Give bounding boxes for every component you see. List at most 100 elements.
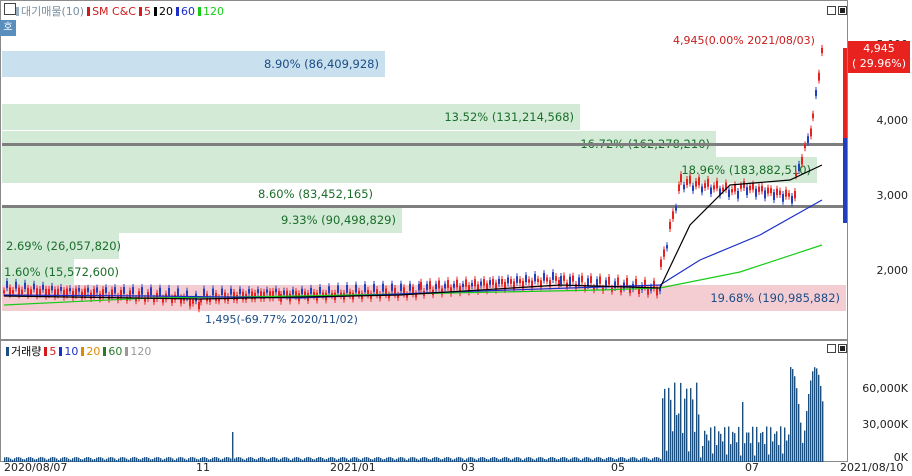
candle [683, 184, 685, 190]
candle [57, 288, 59, 296]
volume-bar [172, 458, 174, 462]
candle [795, 173, 797, 177]
candle [429, 281, 431, 290]
candle [663, 249, 665, 257]
candle [483, 279, 485, 286]
candle [779, 190, 781, 195]
volume-bar [790, 367, 792, 462]
candle [492, 279, 494, 285]
volume-bar [82, 459, 84, 462]
candle [456, 279, 458, 288]
volume-bar [346, 458, 348, 462]
volume-bar [774, 433, 776, 462]
volume-bar [84, 457, 86, 462]
candle [743, 181, 745, 188]
volume-bar [38, 457, 40, 462]
volume-bar [284, 457, 286, 462]
volume-bar [648, 458, 650, 462]
candle [812, 113, 814, 119]
candle [141, 287, 143, 295]
candle [129, 290, 131, 299]
volume-bar [528, 457, 530, 462]
volume-bar [148, 457, 150, 462]
volume-bar [280, 458, 282, 462]
volume-bar [480, 457, 482, 462]
volume-bar [100, 457, 102, 462]
volume-bar [392, 458, 394, 462]
volume-bar [232, 432, 234, 462]
volume-bar [548, 457, 550, 462]
volume-bar [326, 459, 328, 462]
candle [212, 288, 214, 296]
candle [346, 285, 348, 293]
candle [438, 280, 440, 289]
volume-bar [684, 398, 686, 462]
candle [675, 206, 677, 211]
volume-bar [556, 459, 558, 462]
volume-bar [310, 457, 312, 462]
volume-bar [476, 459, 478, 462]
candle [773, 192, 775, 201]
candle [785, 189, 787, 197]
volume-bar [718, 431, 720, 462]
volume-bar [526, 457, 528, 462]
volume-bar [766, 426, 768, 462]
volume-bar [210, 459, 212, 462]
volume-bar [242, 458, 244, 462]
volume-bar [264, 457, 266, 462]
volume-bar [4, 457, 6, 462]
volume-bar [176, 458, 178, 462]
volume-bar [748, 432, 750, 462]
volume-bar [124, 457, 126, 462]
candle [722, 187, 724, 191]
volume-bar [162, 459, 164, 462]
volume-bar [580, 459, 582, 462]
volume-bar [636, 458, 638, 462]
last-candle [843, 48, 847, 138]
volume-bar [780, 426, 782, 462]
volume-bar [784, 427, 786, 462]
volume-bar [188, 458, 190, 462]
volume-bar [692, 399, 694, 462]
volume-bar [334, 458, 336, 462]
candle [710, 187, 712, 194]
volume-bar [312, 459, 314, 462]
candle [418, 283, 420, 291]
volume-bar [292, 458, 294, 462]
volume-bar [482, 457, 484, 462]
volume-bar [656, 457, 658, 462]
volume-bar [574, 457, 576, 462]
candle [669, 221, 671, 229]
volume-bar [48, 458, 50, 462]
candle [420, 281, 422, 290]
volume-bar [178, 457, 180, 462]
volume-bar [18, 457, 20, 462]
candle [815, 90, 817, 97]
volume-bar [538, 457, 540, 462]
volume-bar [592, 459, 594, 462]
volume-bar [520, 458, 522, 462]
volume-bar [258, 457, 260, 462]
candle [617, 277, 619, 286]
candle [66, 288, 68, 296]
volume-bar [170, 457, 172, 462]
volume-bar [474, 458, 476, 462]
candle [30, 289, 32, 295]
volume-bar [330, 457, 332, 462]
volume-bar [442, 459, 444, 462]
volume-bar [420, 458, 422, 462]
volume-bar [56, 458, 58, 462]
volume-bar [72, 458, 74, 462]
candle [391, 283, 393, 292]
volume-bar [282, 457, 284, 462]
volume-bar [724, 427, 726, 462]
volume-bar [102, 458, 104, 462]
volume-bar [24, 459, 26, 462]
candle [525, 275, 527, 283]
volume-bar [350, 458, 352, 462]
volume-bar [144, 457, 146, 462]
volume-bar [160, 458, 162, 462]
volume-bar [782, 453, 784, 462]
volume-bar [788, 434, 790, 462]
candle [489, 280, 491, 285]
